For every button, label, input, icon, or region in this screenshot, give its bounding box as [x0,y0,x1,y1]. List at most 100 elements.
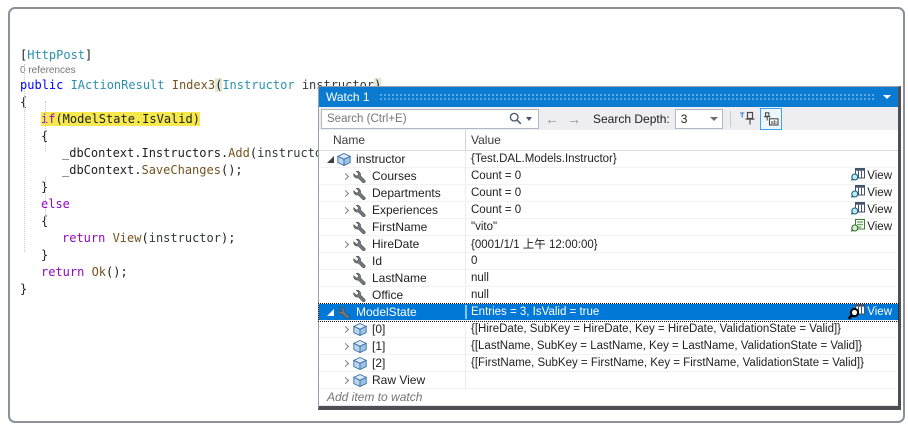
watch-row-hiredate[interactable]: HireDate {0001/1/1 上午 12:00:00} [319,236,898,253]
watch-row--0-[interactable]: [0] {[HireDate, SubKey = HireDate, Key = … [319,321,898,338]
value-cell: Entries = 3, IsValid = true View [465,304,898,320]
value-cell: Count = 0 View [465,202,898,218]
view-visualizer-link[interactable]: View [847,304,898,320]
collapse-expander-icon[interactable] [325,308,335,316]
watch-item-name: Id [372,254,383,268]
watch-item-name: Departments [372,186,441,200]
show-pinned-members-toggle[interactable]: ab [759,107,782,130]
view-visualizer-link[interactable]: View [851,202,898,218]
expand-expander-icon[interactable] [341,376,351,384]
search-box[interactable] [321,108,539,129]
watch-row-raw-view[interactable]: Raw View [319,372,898,389]
code-token: (ModelState.IsValid) [55,112,200,126]
name-cell: [1] [319,339,465,353]
name-cell: LastName [319,271,465,285]
watch-row-lastname[interactable]: LastName null [319,270,898,287]
search-options-caret-icon[interactable] [526,116,532,121]
watch-rows: instructor {Test.DAL.Models.Instructor} Co… [318,151,899,389]
watch-item-name: ModelState [356,305,417,319]
name-cell: Raw View [319,373,465,387]
watch-item-name: Courses [372,169,417,183]
search-next-button[interactable]: → [565,111,583,127]
view-link-label: View [867,221,892,233]
watch-titlebar[interactable]: Watch 1 [319,87,898,107]
name-cell: Experiences [319,203,465,217]
watch-item-value: {[HireDate, SubKey = HireDate, Key = Hir… [471,323,842,335]
expand-expander-icon[interactable] [341,342,351,350]
window-position-caret-icon[interactable] [883,95,891,99]
name-cell: FirstName [319,220,465,234]
expander-glyph [341,206,349,214]
watch-row-office[interactable]: Office null [319,287,898,304]
code-token: (); [220,163,243,177]
column-header-value[interactable]: Value [465,133,501,147]
value-cell: {[HireDate, SubKey = HireDate, Key = Hir… [465,323,898,335]
watch-item-name: [0] [372,322,386,336]
titlebar-drag-texture [378,92,874,102]
property-wrench-icon [353,220,368,234]
pin-icon: T [740,111,755,125]
column-resize-handle[interactable] [465,130,466,150]
watch-item-name: FirstName [372,220,428,234]
pin-to-source-button[interactable]: T [738,109,760,129]
expander-glyph [341,342,349,350]
watch-row-firstname[interactable]: FirstName "vito" View [319,219,898,236]
indent-guide [45,177,46,219]
expand-expander-icon[interactable] [341,240,351,248]
object-icon [353,356,368,370]
expand-expander-icon[interactable] [341,189,351,197]
code-token: SaveChanges [141,163,221,177]
name-cell: Id [319,254,465,268]
expand-expander-icon[interactable] [341,325,351,333]
view-visualizer-link[interactable]: View [851,219,898,235]
watch-row--2-[interactable]: [2] {[FirstName, SubKey = FirstName, Key … [319,355,898,372]
code-token: Ok [91,265,107,279]
expand-expander-icon[interactable] [341,172,351,180]
watch-item-name: Office [372,288,404,302]
search-depth-value: 3 [680,111,688,126]
value-cell: Count = 0 View [465,168,898,184]
search-previous-button[interactable]: ← [543,111,561,127]
view-visualizer-link[interactable]: View [851,168,898,184]
code-token: Instructor [222,78,295,92]
watch-row-experiences[interactable]: Experiences Count = 0 View [319,202,898,219]
add-watch-item-row[interactable]: Add item to watch [319,389,898,406]
watch-item-value: null [471,289,489,301]
expander-glyph [341,376,349,384]
code-token: return [62,231,113,245]
view-link-label: View [867,204,892,216]
code-line[interactable]: [HttpPost] [12,47,381,64]
watch-row-instructor[interactable]: instructor {Test.DAL.Models.Instructor} [319,151,898,168]
view-link-label: View [867,170,892,182]
code-token: Add [228,146,250,160]
view-visualizer-link[interactable]: View [851,185,898,201]
column-header-name[interactable]: Name [319,133,465,147]
watch-row-modelstate[interactable]: ModelState Entries = 3, IsValid = true Vie… [318,303,899,322]
svg-text:T: T [740,113,745,120]
watch-row--1-[interactable]: [1] {[LastName, SubKey = LastName, Key = … [319,338,898,355]
name-cell: ModelState [319,305,465,319]
collapse-expander-icon[interactable] [325,155,335,163]
name-cell: HireDate [319,237,465,251]
code-token: _dbContext. [62,163,142,177]
code-token: ( [249,146,258,160]
value-cell: 0 [465,255,898,267]
indent-guide [24,64,25,252]
code-token: ] [85,48,93,62]
watch-item-value: {[LastName, SubKey = LastName, Key = Las… [471,340,863,352]
codelens-references-link[interactable]: 0 references [12,64,381,77]
grid-visualizer-icon [851,202,866,218]
value-cell: {0001/1/1 上午 12:00:00} [465,236,898,252]
watch-row-departments[interactable]: Departments Count = 0 View [319,185,898,202]
expand-expander-icon[interactable] [341,359,351,367]
watch-title: Watch 1 [326,90,370,104]
search-input[interactable] [322,112,509,125]
watch-row-courses[interactable]: Courses Count = 0 View [319,168,898,185]
property-wrench-icon [353,169,368,183]
search-icon[interactable] [509,112,523,126]
search-depth-combobox[interactable]: 3 [674,108,723,129]
watch-row-id[interactable]: Id 0 [319,253,898,270]
view-link-label: View [867,187,892,199]
expand-expander-icon[interactable] [341,206,351,214]
value-cell: null [465,272,898,284]
